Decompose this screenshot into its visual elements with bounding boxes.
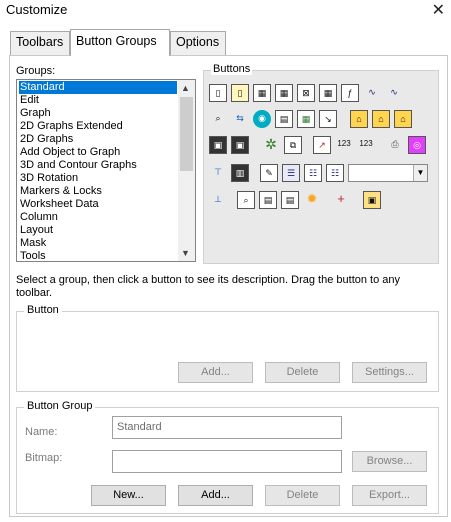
bitmap-label: Bitmap: bbox=[25, 452, 63, 464]
import-multiple-icon[interactable]: 123 bbox=[335, 136, 353, 154]
code-builder-icon[interactable]: ✎ bbox=[260, 164, 278, 182]
report-icon[interactable]: ▤ bbox=[259, 191, 277, 209]
hierarchy-icon[interactable]: ⊥ bbox=[209, 191, 227, 209]
open-folder-icon[interactable]: ⌂ bbox=[372, 110, 390, 128]
open-icon[interactable]: ⌂ bbox=[350, 110, 368, 128]
button-group-section-label: Button Group bbox=[24, 400, 96, 412]
scroll-down-icon[interactable]: ▼ bbox=[181, 248, 190, 258]
print-icon[interactable]: ⎙ bbox=[386, 136, 404, 154]
list-item-mask[interactable]: Mask bbox=[19, 237, 177, 250]
tab-button-groups[interactable]: Button Groups bbox=[70, 29, 170, 56]
add-column-icon[interactable]: + bbox=[332, 191, 350, 209]
buttons-panel: Buttons ▯ ▯ ▦ ▦ ⊠ ▦ ƒ ∿ ∿ ⌕ ⇆ ◉ ▤ ▦ ↘ ⌂ … bbox=[203, 63, 439, 264]
open-image-icon[interactable]: ⌂ bbox=[394, 110, 412, 128]
open-template-icon[interactable]: ▤ bbox=[275, 110, 293, 128]
description-text: Select a group, then click a button to s… bbox=[16, 274, 401, 299]
notes-icon[interactable]: ▤ bbox=[281, 191, 299, 209]
add-button-disabled[interactable]: Add... bbox=[178, 362, 253, 383]
buttons-label: Buttons bbox=[211, 63, 253, 75]
open-excel-icon[interactable]: ▦ bbox=[297, 110, 315, 128]
list-item-2d-graphs-extended[interactable]: 2D Graphs Extended bbox=[19, 120, 177, 133]
batch-plot-icon[interactable]: ↗ bbox=[313, 136, 331, 154]
scroll-up-icon[interactable]: ▲ bbox=[181, 83, 190, 93]
list-item-3d-rotation[interactable]: 3D Rotation bbox=[19, 172, 177, 185]
command-window-icon[interactable]: ☰ bbox=[282, 164, 300, 182]
delete-button-disabled[interactable]: Delete bbox=[265, 362, 340, 383]
new-script-icon[interactable]: ∿ bbox=[385, 84, 403, 102]
import-ascii-icon[interactable]: ↘ bbox=[319, 110, 337, 128]
name-field[interactable]: Standard bbox=[112, 416, 342, 439]
import-wizard-icon[interactable]: ◉ bbox=[253, 110, 271, 128]
chevron-down-icon[interactable]: ▼ bbox=[413, 165, 427, 181]
name-label: Name: bbox=[25, 426, 58, 438]
button-section-label: Button bbox=[24, 304, 62, 316]
package-icon[interactable]: ▣ bbox=[363, 191, 381, 209]
new-notes-icon[interactable]: ∿ bbox=[363, 84, 381, 102]
window-title: Customize bbox=[6, 2, 68, 17]
list-item-graph[interactable]: Graph bbox=[19, 107, 177, 120]
results-log-icon[interactable]: ▥ bbox=[231, 164, 249, 182]
new-layout-icon[interactable]: ▦ bbox=[319, 84, 337, 102]
recalculate-icon[interactable]: ✲ bbox=[262, 136, 280, 154]
new-excel-icon[interactable]: ⊠ bbox=[297, 84, 315, 102]
delete-button[interactable]: Delete bbox=[265, 485, 340, 506]
settings-icon[interactable]: ✹ bbox=[303, 191, 321, 209]
groups-listbox[interactable]: Standard Edit Graph 2D Graphs Extended 2… bbox=[16, 79, 196, 262]
new-function-icon[interactable]: ƒ bbox=[341, 84, 359, 102]
list-item-markers-locks[interactable]: Markers & Locks bbox=[19, 185, 177, 198]
find-icon[interactable]: ⌕ bbox=[209, 110, 227, 128]
groups-scrollbar[interactable]: ▲ ▼ bbox=[178, 80, 195, 261]
import-single-icon[interactable]: 123 bbox=[357, 136, 375, 154]
list-item-worksheet-data[interactable]: Worksheet Data bbox=[19, 198, 177, 211]
toolbar-combo[interactable]: ▼ bbox=[348, 164, 428, 182]
groups-label: Groups: bbox=[16, 65, 56, 77]
add-button[interactable]: Add... bbox=[178, 485, 253, 506]
script-window-icon[interactable]: ☷ bbox=[326, 164, 344, 182]
browse-button[interactable]: Browse... bbox=[352, 451, 427, 472]
tab-options[interactable]: Options bbox=[170, 31, 226, 55]
zoom-icon[interactable]: ⌕ bbox=[237, 191, 255, 209]
save-template-icon[interactable]: ▣ bbox=[231, 136, 249, 154]
list-item-standard[interactable]: Standard bbox=[19, 81, 177, 94]
close-icon[interactable]: ✕ bbox=[432, 0, 445, 20]
list-item-add-object-to-graph[interactable]: Add Object to Graph bbox=[19, 146, 177, 159]
new-button[interactable]: New... bbox=[91, 485, 166, 506]
import-icon[interactable]: ⇆ bbox=[231, 110, 249, 128]
new-matrix-icon[interactable]: ▦ bbox=[253, 84, 271, 102]
refresh-icon[interactable]: ◎ bbox=[408, 136, 426, 154]
tab-toolbars[interactable]: Toolbars bbox=[10, 31, 70, 55]
list-item-tools[interactable]: Tools bbox=[19, 250, 177, 261]
save-icon[interactable]: ▣ bbox=[209, 136, 227, 154]
title-bar: Customize ✕ bbox=[0, 0, 451, 24]
bitmap-field[interactable] bbox=[112, 450, 342, 473]
new-project-icon[interactable]: ▯ bbox=[209, 84, 227, 102]
list-item-column[interactable]: Column bbox=[19, 211, 177, 224]
project-explorer-icon[interactable]: ⊤ bbox=[209, 164, 227, 182]
new-graph-icon[interactable]: ▦ bbox=[275, 84, 293, 102]
settings-button-disabled[interactable]: Settings... bbox=[352, 362, 427, 383]
message-log-icon[interactable]: ☷ bbox=[304, 164, 322, 182]
list-item-edit[interactable]: Edit bbox=[19, 94, 177, 107]
export-button[interactable]: Export... bbox=[352, 485, 427, 506]
scroll-thumb[interactable] bbox=[180, 97, 193, 171]
list-item-3d-and-contour-graphs[interactable]: 3D and Contour Graphs bbox=[19, 159, 177, 172]
list-item-2d-graphs[interactable]: 2D Graphs bbox=[19, 133, 177, 146]
list-item-layout[interactable]: Layout bbox=[19, 224, 177, 237]
duplicate-icon[interactable]: ⧉ bbox=[284, 136, 302, 154]
new-worksheet-icon[interactable]: ▯ bbox=[231, 84, 249, 102]
